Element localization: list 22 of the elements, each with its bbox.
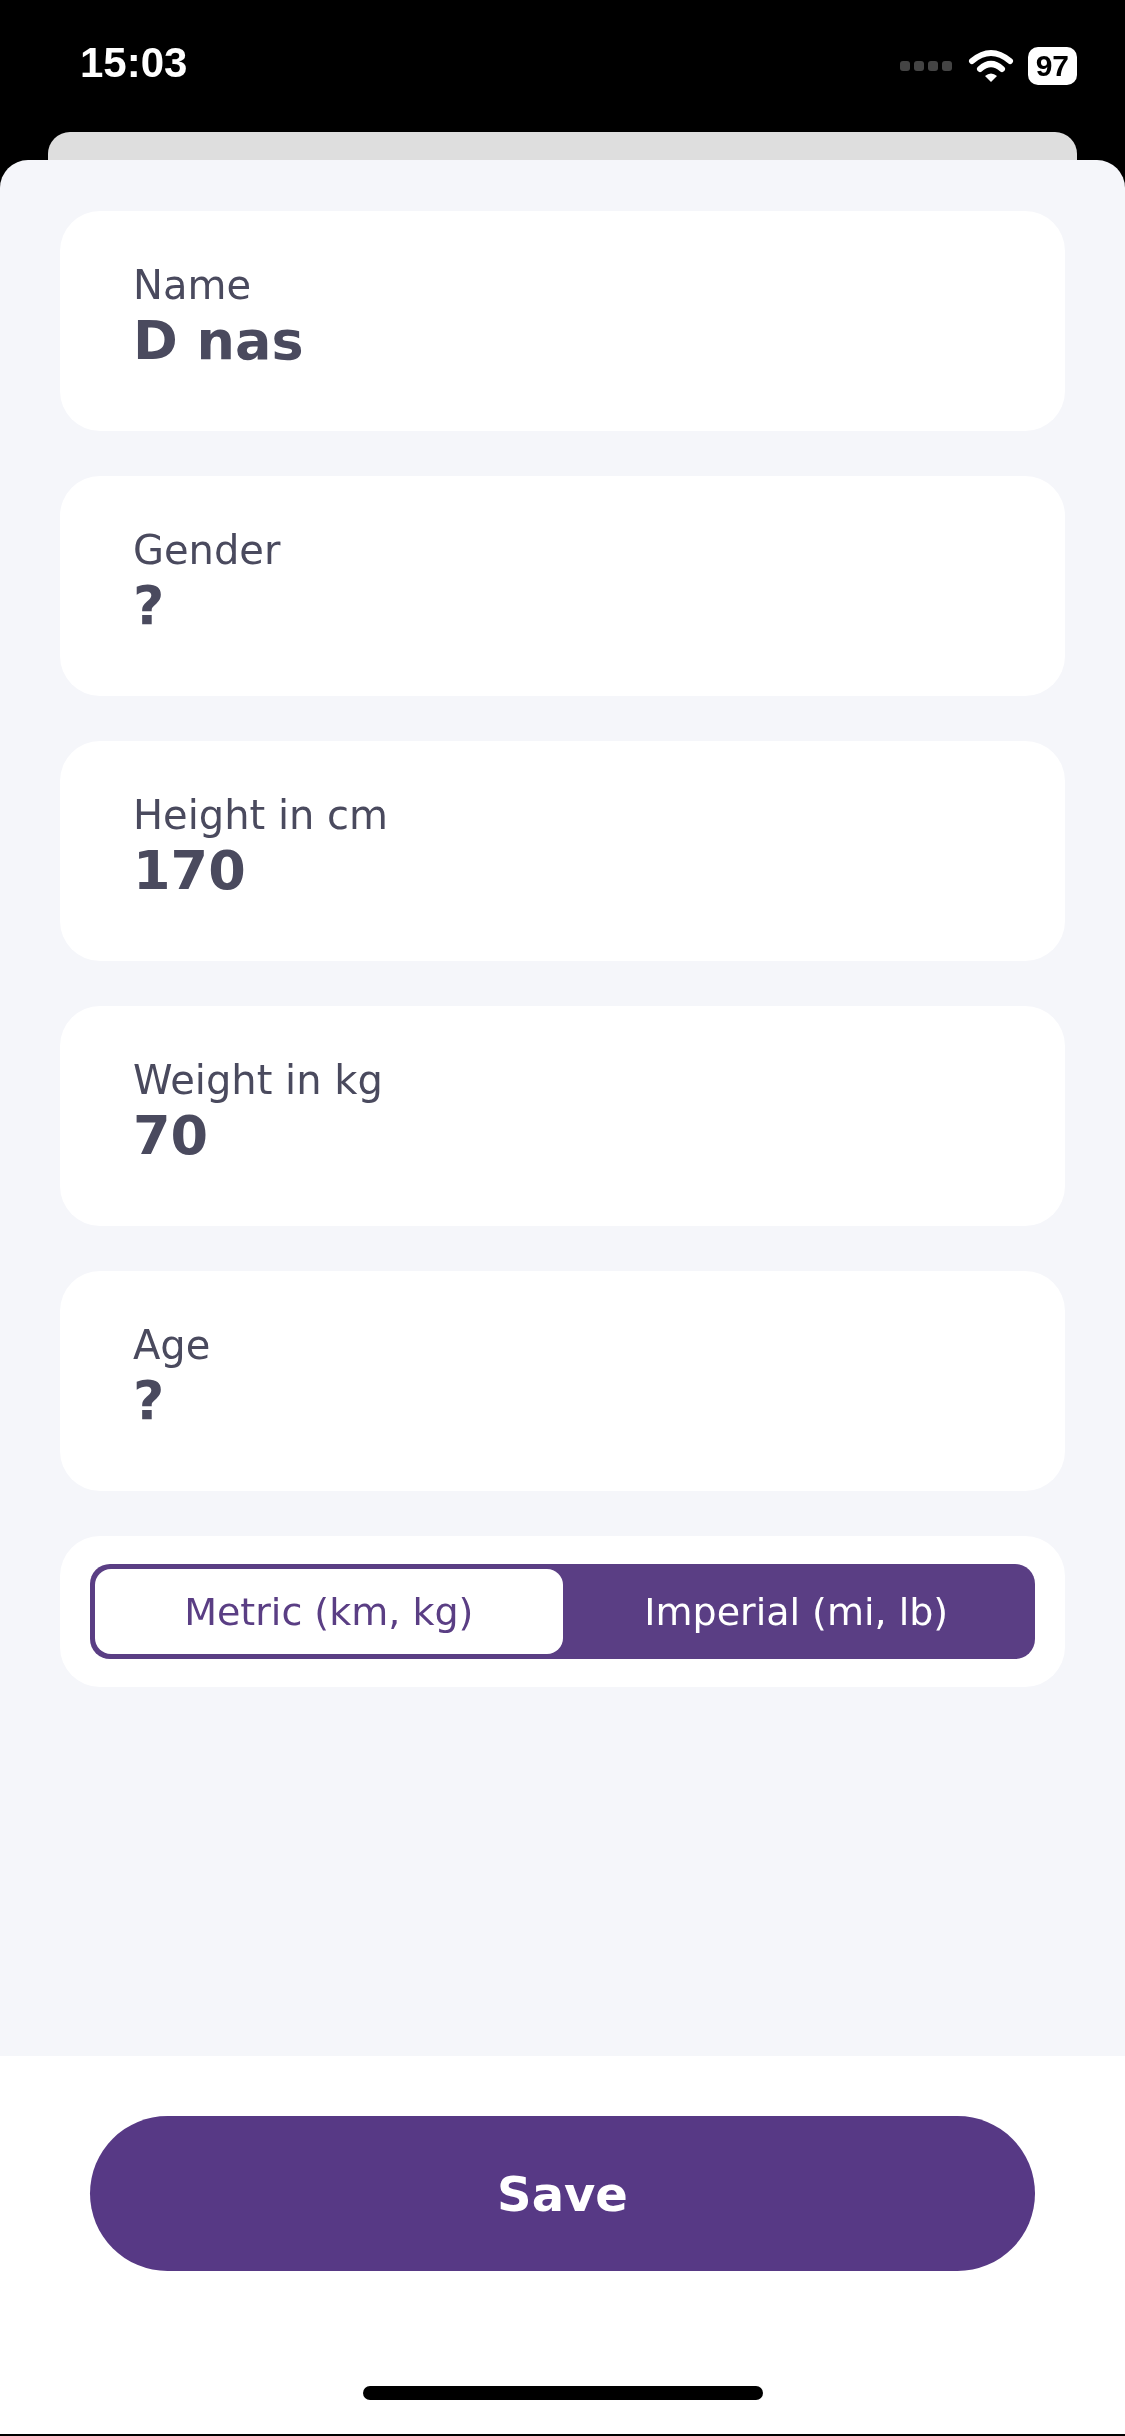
wifi-icon xyxy=(967,49,1014,83)
signal-icon xyxy=(899,59,954,73)
field-label: Weight in kg xyxy=(133,1056,384,1104)
field-value: ? xyxy=(133,574,166,638)
field-card[interactable]: Weight in kg 70 xyxy=(60,1006,1065,1226)
field-card[interactable]: Name D nas xyxy=(60,211,1065,431)
field-card[interactable]: Age ? xyxy=(60,1271,1065,1491)
field-value: 170 xyxy=(133,839,247,903)
save-button[interactable]: Save xyxy=(90,2116,1035,2271)
status-time: 15:03 xyxy=(80,39,188,87)
battery-level: 97 xyxy=(1027,47,1077,85)
unit-option[interactable]: Imperial (mi, lb) xyxy=(562,1569,1030,1654)
field-label: Name xyxy=(133,261,252,309)
field-card[interactable]: Gender ? xyxy=(60,476,1065,696)
field-value: 70 xyxy=(133,1104,210,1168)
field-value: ? xyxy=(133,1369,166,1433)
field-label: Age xyxy=(133,1321,212,1369)
field-label: Gender xyxy=(133,526,282,574)
unit-option[interactable]: Metric (km, kg) xyxy=(95,1569,563,1654)
field-card[interactable]: Height in cm 170 xyxy=(60,741,1065,961)
field-label: Height in cm xyxy=(133,791,390,839)
field-value: D nas xyxy=(133,309,305,373)
